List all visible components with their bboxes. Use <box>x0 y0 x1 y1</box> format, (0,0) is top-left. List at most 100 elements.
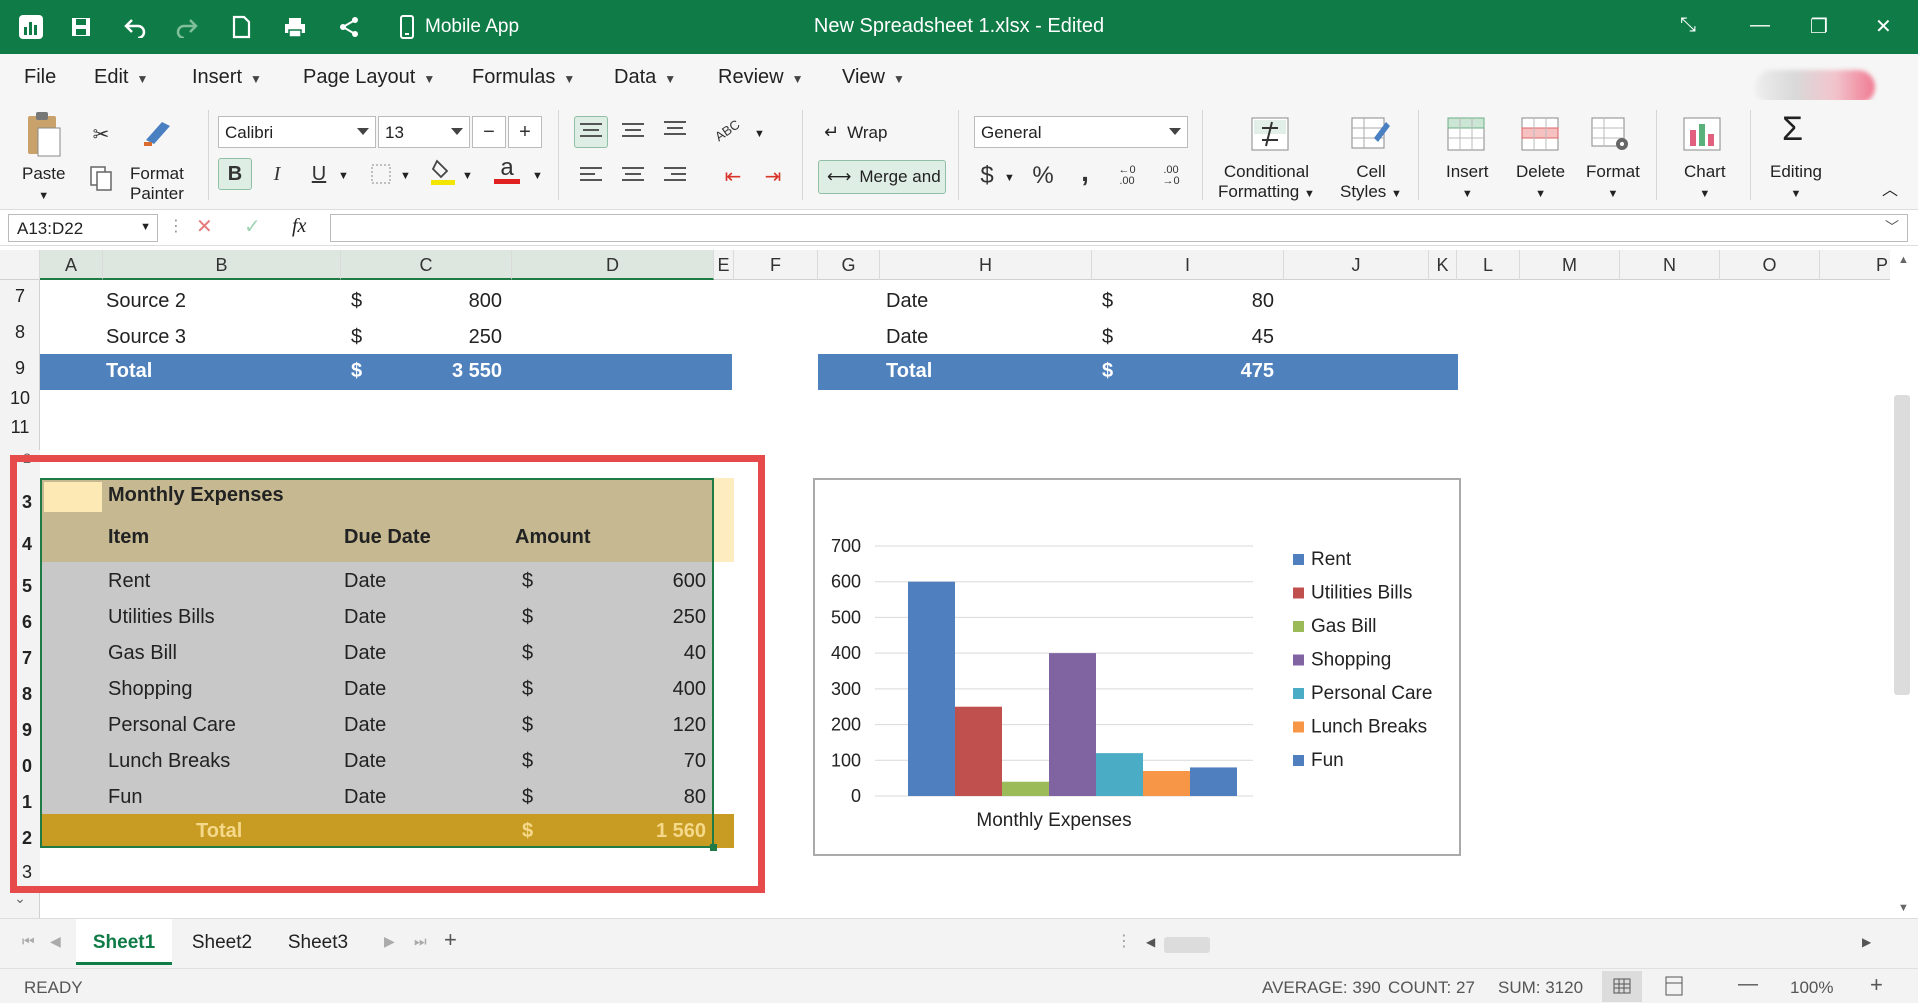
menu-page-layout[interactable]: Page Layout ▼ <box>303 66 435 89</box>
percent-button[interactable]: % <box>1026 160 1060 192</box>
prev-sheet-icon[interactable]: ◀ <box>50 933 61 950</box>
col-header[interactable]: H <box>880 250 1092 280</box>
bar-chart[interactable]: 0 100 200 300 400 500 600 700 Monthly Expenses Re… <box>813 478 1461 856</box>
col-header[interactable]: E <box>714 250 734 280</box>
scrollbar-thumb[interactable] <box>1894 395 1910 695</box>
col-header[interactable]: K <box>1429 250 1457 280</box>
orientation-icon[interactable]: ABC <box>704 107 750 153</box>
total-row-right[interactable]: Total $ 475 <box>818 354 1458 390</box>
minimize-icon[interactable]: — <box>1750 14 1770 37</box>
cell-c8-value[interactable]: 250 <box>420 326 502 349</box>
col-header[interactable]: D <box>512 250 714 280</box>
cell-styles-icon[interactable] <box>1350 114 1390 159</box>
normal-view-icon[interactable] <box>1602 971 1642 1002</box>
page-layout-view-icon[interactable] <box>1664 975 1684 1002</box>
wrap-button[interactable]: ↵ Wrap <box>824 122 887 143</box>
row-header[interactable]: 7 <box>0 286 40 307</box>
restore-icon[interactable]: ❐ <box>1810 14 1828 39</box>
confirm-icon[interactable]: ✓ <box>244 214 261 239</box>
conditional-formatting-button[interactable]: Conditional Formatting ▼ <box>1218 162 1315 204</box>
row-header[interactable]: 9 <box>0 358 40 379</box>
col-header[interactable]: C <box>341 250 512 280</box>
col-header[interactable]: F <box>734 250 818 280</box>
add-sheet-icon[interactable]: + <box>444 927 457 953</box>
italic-button[interactable]: I <box>260 158 294 190</box>
formula-input[interactable]: ﹀ <box>330 214 1908 242</box>
decrease-decimal-icon[interactable]: .00 →0 <box>1154 160 1188 192</box>
font-name-dropdown[interactable]: Calibri <box>218 116 376 148</box>
zoom-in-icon[interactable]: + <box>1870 972 1883 998</box>
cell-c7-symbol[interactable]: $ <box>351 290 362 313</box>
first-sheet-icon[interactable]: ⏮ <box>22 933 35 950</box>
insert-cells-icon[interactable] <box>1446 116 1486 157</box>
delete-cells-button[interactable]: Delete ▼ <box>1516 162 1565 204</box>
zoom-level[interactable]: 100% <box>1790 978 1833 998</box>
comma-button[interactable]: , <box>1068 156 1102 188</box>
conditional-formatting-icon[interactable] <box>1250 116 1290 157</box>
col-header[interactable]: L <box>1457 250 1520 280</box>
cell-h7[interactable]: Date <box>886 290 928 313</box>
align-center-button[interactable] <box>616 160 650 192</box>
font-size-dropdown[interactable]: 13 <box>378 116 470 148</box>
collapse-ribbon-icon[interactable]: ︿ <box>1882 176 1898 200</box>
last-sheet-icon[interactable]: ⏭ <box>414 933 427 950</box>
next-sheet-icon[interactable]: ▶ <box>384 933 395 950</box>
horizontal-scrollbar-thumb[interactable] <box>1164 937 1210 953</box>
row-header[interactable]: 8 <box>0 322 40 343</box>
align-middle-button[interactable] <box>616 116 650 148</box>
menu-insert[interactable]: Insert ▼ <box>192 66 262 89</box>
cell-i8-value[interactable]: 45 <box>1180 326 1274 349</box>
format-painter-button[interactable]: Format Painter <box>130 164 184 204</box>
zoom-out-icon[interactable]: — <box>1738 973 1758 996</box>
account-avatar[interactable] <box>1755 70 1875 104</box>
name-box[interactable]: A13:D22 ▼ <box>8 214 158 242</box>
menu-review[interactable]: Review ▼ <box>718 66 803 89</box>
paste-button[interactable]: Paste ▼ <box>22 164 65 206</box>
align-top-button[interactable] <box>574 116 608 148</box>
editing-button[interactable]: Editing ▼ <box>1770 162 1822 204</box>
row-header[interactable]: 11 <box>0 417 40 438</box>
cell-c7-value[interactable]: 800 <box>420 290 502 313</box>
chevron-down-icon[interactable]: ▼ <box>754 128 765 140</box>
delete-cells-icon[interactable] <box>1520 116 1560 157</box>
scroll-left-icon[interactable]: ◀ <box>1146 935 1155 949</box>
col-header[interactable]: N <box>1620 250 1720 280</box>
decrease-font-button[interactable]: − <box>472 116 506 148</box>
col-header[interactable]: P <box>1820 250 1893 280</box>
paste-icon[interactable] <box>24 110 62 163</box>
format-painter-icon[interactable] <box>140 114 178 155</box>
menu-formulas[interactable]: Formulas ▼ <box>472 66 575 89</box>
cell-c8-symbol[interactable]: $ <box>351 326 362 349</box>
number-format-dropdown[interactable]: General <box>974 116 1188 148</box>
col-header[interactable]: G <box>818 250 880 280</box>
total-row-left[interactable]: Total $ 3 550 <box>40 354 732 390</box>
spreadsheet-grid[interactable]: A B C D E F G H I J K L M N O P 7 8 9 10… <box>0 250 1893 918</box>
sigma-icon[interactable]: Σ <box>1782 110 1803 149</box>
chevron-down-icon[interactable]: ▼ <box>1004 172 1015 184</box>
row-header[interactable]: 10 <box>0 388 40 409</box>
col-header[interactable]: O <box>1720 250 1820 280</box>
tab-sheet3[interactable]: Sheet3 <box>270 919 366 965</box>
insert-cells-button[interactable]: Insert ▼ <box>1446 162 1489 204</box>
col-header[interactable]: J <box>1284 250 1429 280</box>
fullscreen-icon[interactable]: ⤡ <box>1680 14 1696 37</box>
chevron-down-icon[interactable]: ▼ <box>532 170 543 182</box>
cell-i7-value[interactable]: 80 <box>1180 290 1274 313</box>
close-icon[interactable]: ✕ <box>1875 14 1892 39</box>
bold-button[interactable]: B <box>218 158 252 190</box>
increase-indent-icon[interactable]: ⇥ <box>756 160 790 192</box>
cell-h8[interactable]: Date <box>886 326 928 349</box>
col-header[interactable]: I <box>1092 250 1284 280</box>
col-header[interactable]: A <box>40 250 103 280</box>
fill-color-icon[interactable] <box>426 156 460 188</box>
tab-sheet2[interactable]: Sheet2 <box>174 919 270 965</box>
format-cells-button[interactable]: Format ▼ <box>1586 162 1640 204</box>
scroll-down-icon[interactable]: ▼ <box>1898 902 1909 914</box>
cell-styles-button[interactable]: Cell Styles ▼ <box>1340 162 1402 204</box>
scroll-right-icon[interactable]: ▶ <box>1862 935 1871 949</box>
function-icon[interactable]: fx <box>292 215 306 238</box>
chart-icon[interactable] <box>1682 116 1722 157</box>
merge-button[interactable]: ⟷ Merge and <box>818 160 946 194</box>
decrease-indent-icon[interactable]: ⇤ <box>716 160 750 192</box>
font-color-icon[interactable]: a <box>490 154 524 186</box>
